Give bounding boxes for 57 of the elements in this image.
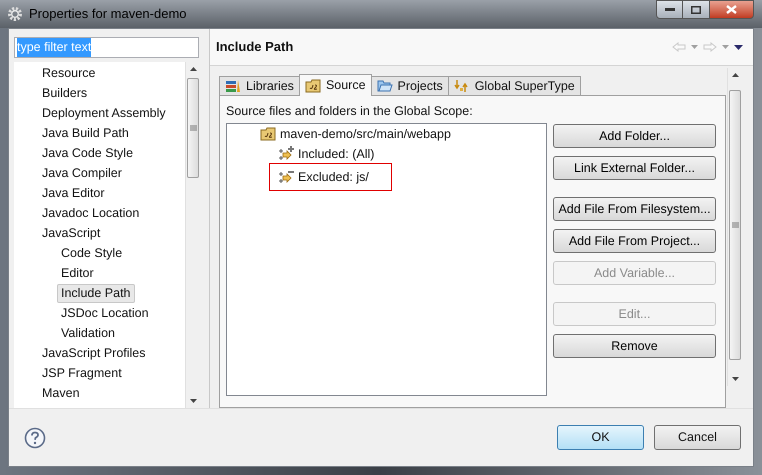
tab[interactable]: Global SuperType <box>448 76 581 96</box>
page-title: Include Path <box>216 38 294 56</box>
tree-item[interactable]: Javadoc Location <box>38 204 144 222</box>
scroll-up-arrow-icon[interactable] <box>190 67 197 71</box>
tree-item[interactable]: JavaScript Profiles <box>38 344 150 362</box>
side-button[interactable]: Add File From Project... <box>553 229 716 253</box>
include-filter-icon <box>278 146 294 162</box>
gear-icon <box>7 6 23 22</box>
tree-item[interactable]: Java Build Path <box>38 124 133 142</box>
help-icon[interactable] <box>24 426 46 448</box>
grip-icon <box>732 222 738 228</box>
window-title: Properties for maven-demo <box>29 5 187 24</box>
side-button[interactable]: Link External Folder... <box>553 156 716 180</box>
minimize-button[interactable] <box>656 0 683 19</box>
tree-item[interactable]: Editor <box>57 264 98 282</box>
books-icon <box>225 79 241 93</box>
tree-item[interactable]: Java Code Style <box>38 144 138 162</box>
tree-item[interactable]: Java Compiler <box>38 164 126 182</box>
tree-item[interactable]: Java Editor <box>38 184 109 202</box>
scrollbar[interactable] <box>727 68 742 386</box>
tree-item[interactable]: Code Style <box>57 244 126 262</box>
tab[interactable]: Libraries <box>219 76 300 96</box>
side-button[interactable]: Add Folder... <box>553 124 716 148</box>
dialog-button[interactable]: Cancel <box>654 425 741 450</box>
tree-item[interactable]: Included: (All) <box>269 144 384 164</box>
section-label: Source files and folders in the Global Scope: <box>226 103 474 118</box>
tree-item[interactable]: Include Path <box>57 284 134 302</box>
tree-item[interactable]: Resource <box>38 64 100 82</box>
hierarchy-arrows-icon <box>454 79 470 93</box>
exclude-filter-icon <box>278 169 294 185</box>
maximize-button[interactable] <box>683 0 709 19</box>
tree-item[interactable]: maven-demo/src/main/webapp <box>251 124 460 144</box>
tree-item[interactable]: Validation <box>57 324 119 342</box>
js-folder-icon <box>260 127 276 141</box>
scroll-down-arrow-icon[interactable] <box>732 377 739 381</box>
side-button[interactable]: Remove <box>553 334 716 358</box>
grip-icon <box>190 125 196 131</box>
view-menu-icon[interactable] <box>734 44 743 50</box>
close-icon <box>726 5 737 14</box>
tree-item[interactable]: Maven <box>38 384 84 402</box>
folder-icon <box>376 79 393 93</box>
tree-item[interactable]: Builders <box>38 84 92 102</box>
tree-item[interactable]: JSP Fragment <box>38 364 126 382</box>
maximize-icon <box>691 6 701 14</box>
scroll-down-arrow-icon[interactable] <box>190 399 197 403</box>
scroll-up-arrow-icon[interactable] <box>732 73 739 77</box>
highlighted-tree-item[interactable]: Excluded: js/ <box>269 163 392 191</box>
tree-item[interactable]: Deployment Assembly <box>38 104 170 122</box>
tree-item[interactable]: JSDoc Location <box>57 304 153 322</box>
tab[interactable]: Projects <box>370 76 449 96</box>
tab[interactable]: Source <box>298 74 372 96</box>
dialog-button[interactable]: OK <box>557 425 644 450</box>
minimize-icon <box>664 8 674 11</box>
close-button[interactable] <box>709 0 754 19</box>
js-folder-icon <box>304 78 321 92</box>
tree-item[interactable]: JavaScript <box>38 224 104 242</box>
side-button[interactable]: Add File From Filesystem... <box>553 197 716 221</box>
